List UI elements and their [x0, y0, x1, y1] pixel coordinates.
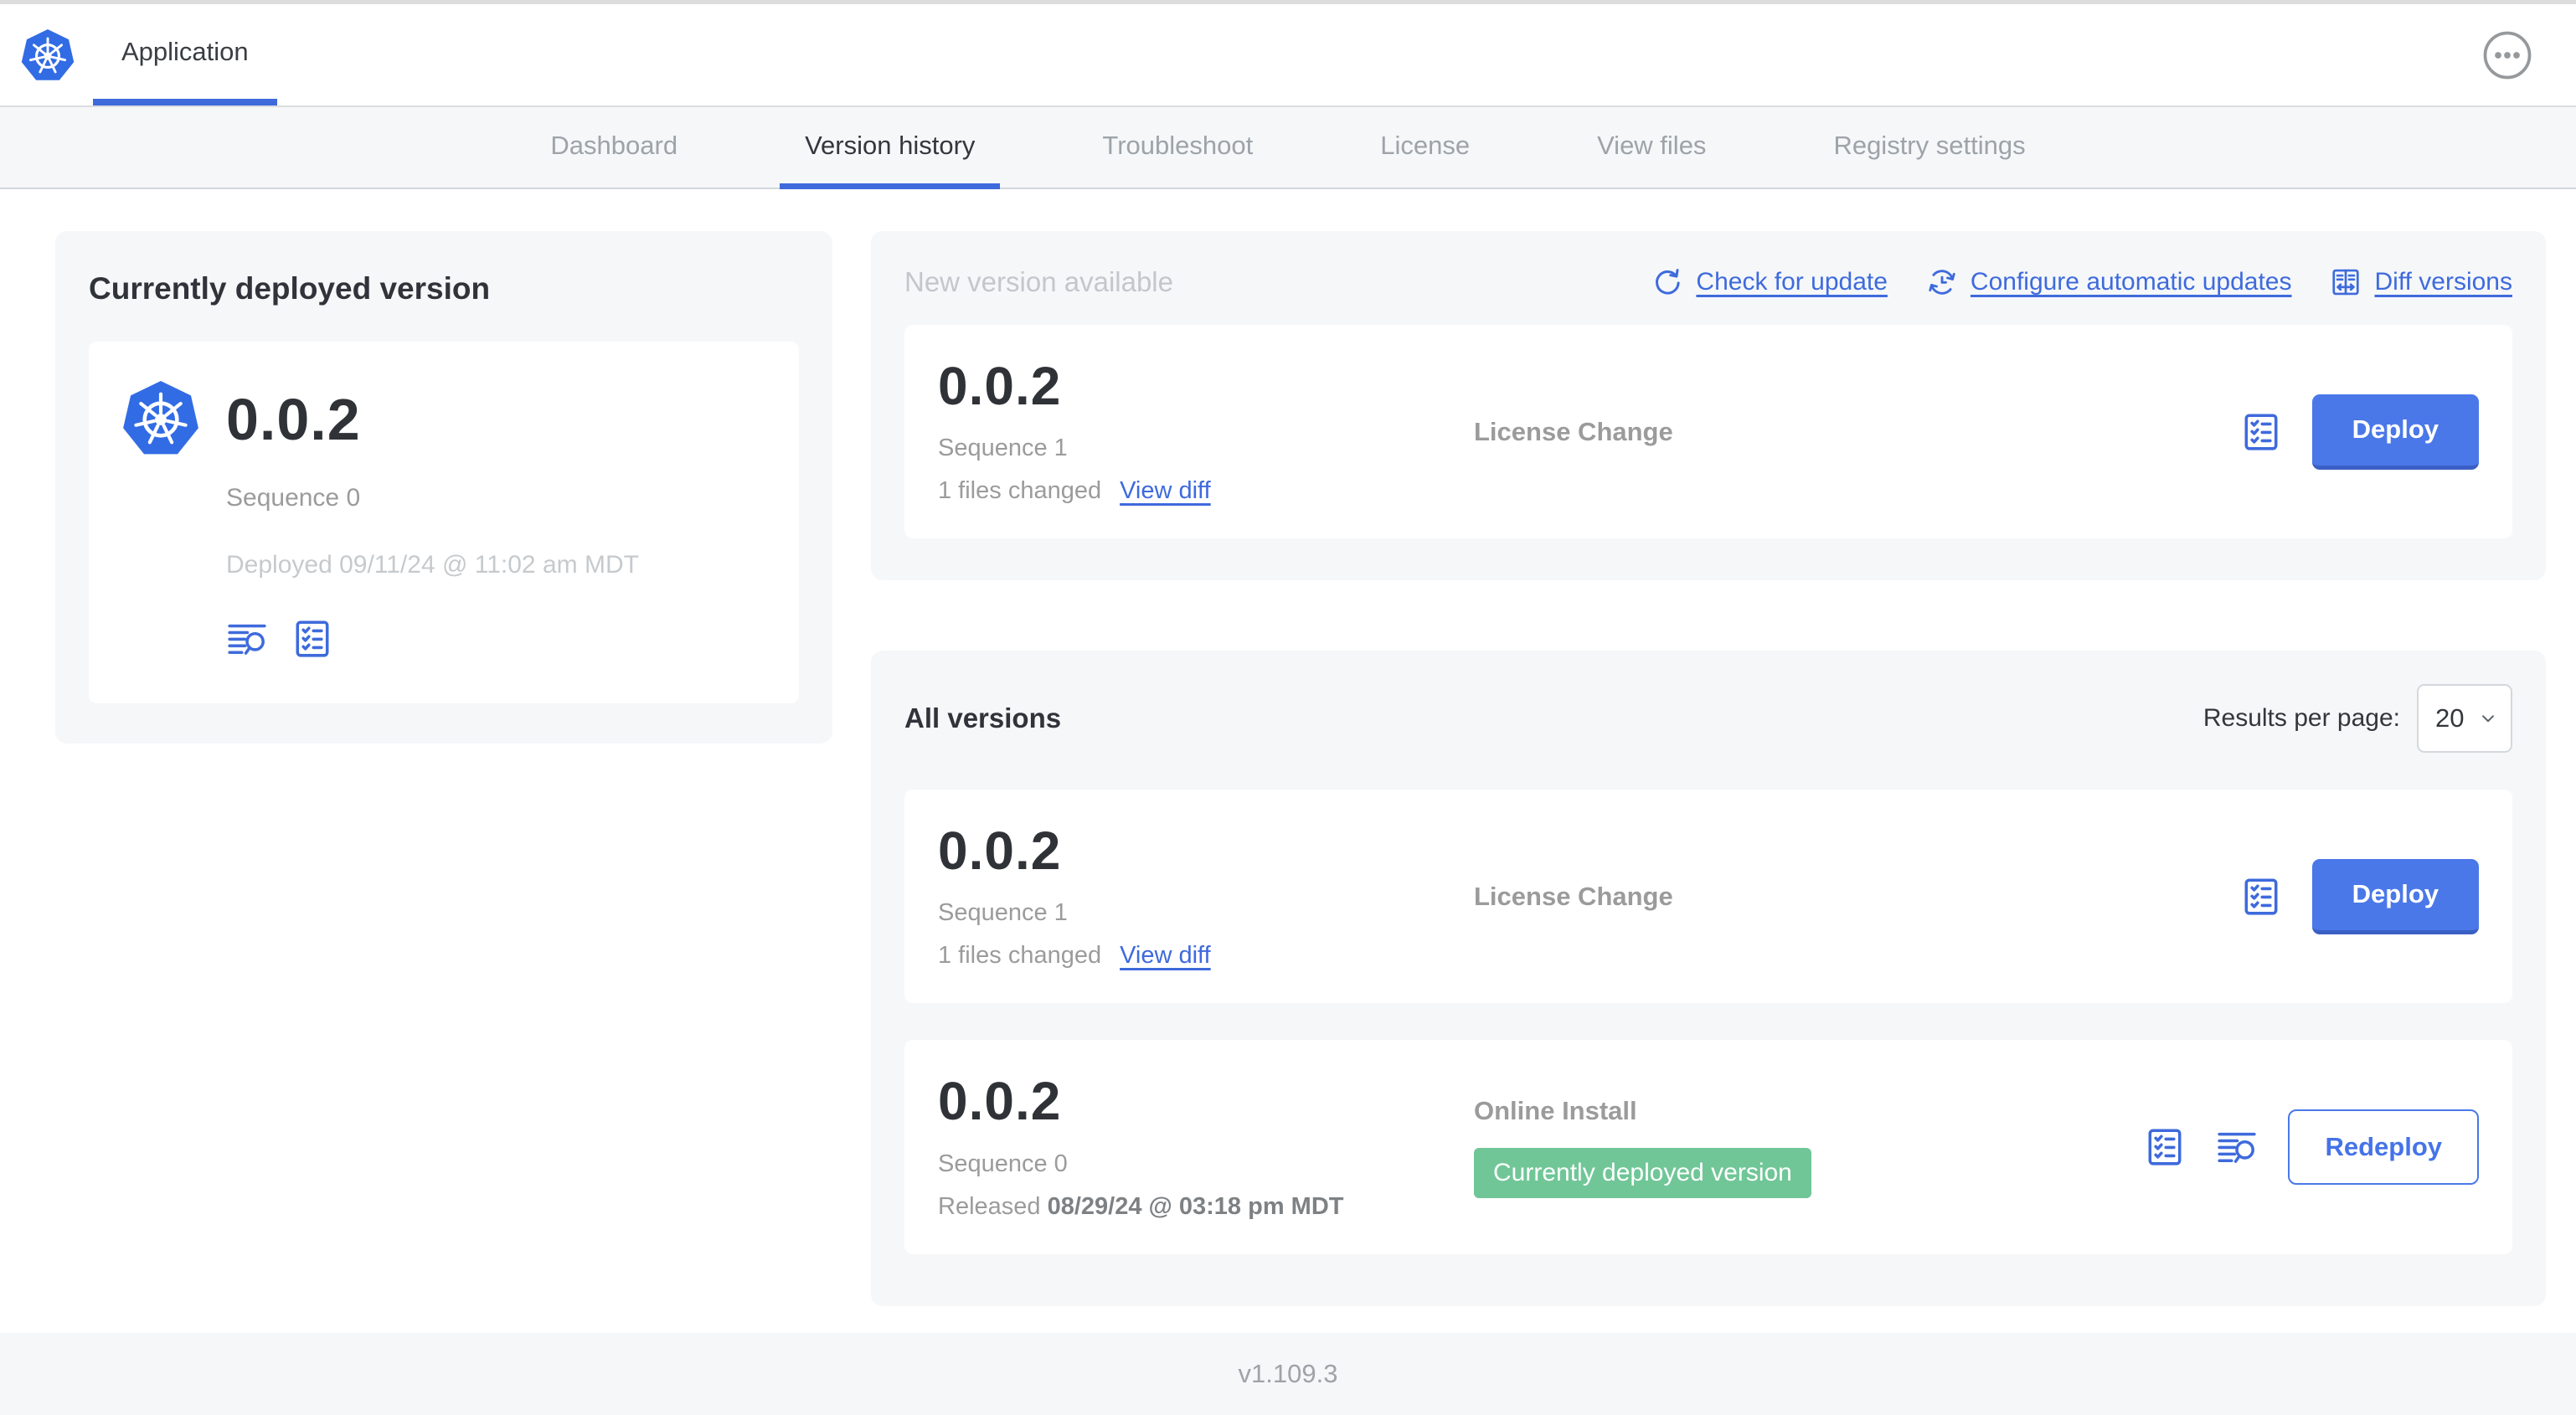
new-version-row: 0.0.2 Sequence 1 1 files changed View di… [904, 325, 2512, 539]
new-version-panel: New version available Check for update C… [871, 231, 2546, 581]
deploy-logs-button[interactable] [2216, 1126, 2258, 1168]
main-nav: Dashboard Version history Troubleshoot L… [0, 105, 2576, 189]
chevron-down-icon [2477, 708, 2499, 729]
version-row: 0.0.2 Sequence 1 1 files changed View di… [904, 790, 2512, 1004]
checklist-icon [2240, 876, 2282, 918]
current-version-panel: Currently deployed version 0.0.2 Sequenc… [55, 231, 832, 744]
console-version-label: v1.109.3 [1238, 1359, 1338, 1388]
kubernetes-app-icon [122, 378, 199, 461]
ellipsis-icon [2482, 30, 2532, 80]
version-row: 0.0.2 Sequence 0 Released 08/29/24 @ 03:… [904, 1040, 2512, 1254]
current-version-card: 0.0.2 Sequence 0 Deployed 09/11/24 @ 11:… [89, 342, 799, 703]
released-timestamp: Released 08/29/24 @ 03:18 pm MDT [938, 1192, 1344, 1220]
all-versions-panel: All versions Results per page: 20 0.0.2 … [871, 651, 2546, 1306]
checklist-icon [2240, 411, 2282, 453]
checklist-icon [2144, 1126, 2186, 1168]
results-per-page-label: Results per page: [2202, 704, 2400, 733]
version-history-page: Currently deployed version 0.0.2 Sequenc… [0, 189, 2576, 1333]
more-menu-button[interactable] [2482, 30, 2532, 80]
app-footer: v1.109.3 [0, 1333, 2576, 1415]
tab-view-files[interactable]: View files [1572, 107, 1731, 189]
deploy-logs-button[interactable] [226, 618, 268, 660]
check-for-update-link[interactable]: Check for update [1651, 266, 1888, 298]
sequence-label: Sequence 0 [938, 1150, 1068, 1177]
all-versions-title: All versions [904, 702, 1062, 734]
preflight-checks-button[interactable] [291, 618, 333, 660]
diff-icon [2330, 266, 2362, 298]
current-version-panel-title: Currently deployed version [89, 271, 491, 306]
current-sequence-label: Sequence 0 [226, 484, 361, 512]
right-column: New version available Check for update C… [871, 231, 2546, 1306]
version-number: 0.0.2 [938, 356, 1062, 416]
preflight-checks-button[interactable] [2144, 1126, 2186, 1168]
preflight-checks-button[interactable] [2240, 876, 2282, 918]
redeploy-button[interactable]: Redeploy [2288, 1109, 2479, 1185]
view-diff-link[interactable]: View diff [1120, 942, 1211, 970]
deploy-button[interactable]: Deploy [2311, 394, 2479, 470]
current-deployed-timestamp: Deployed 09/11/24 @ 11:02 am MDT [226, 551, 639, 579]
version-source-label: Online Install [1474, 1095, 1637, 1125]
tab-license[interactable]: License [1355, 107, 1495, 189]
deploy-button[interactable]: Deploy [2311, 858, 2479, 934]
preflight-checks-button[interactable] [2240, 411, 2282, 453]
new-version-title: New version available [904, 266, 1173, 297]
tab-dashboard[interactable]: Dashboard [525, 107, 703, 189]
app-header: Application [0, 4, 2576, 105]
auto-update-clock-icon [1926, 266, 1958, 298]
logs-icon [226, 618, 268, 660]
diff-versions-link[interactable]: Diff versions [2330, 266, 2512, 298]
version-source-label: License Change [1474, 416, 1673, 446]
version-number: 0.0.2 [938, 1071, 1062, 1132]
tab-version-history[interactable]: Version history [780, 107, 1001, 189]
tab-registry-settings[interactable]: Registry settings [1808, 107, 2050, 189]
sequence-label: Sequence 1 [938, 435, 1068, 462]
files-changed-label: 1 files changed [938, 477, 1102, 505]
kubernetes-logo-icon [21, 28, 75, 85]
version-source-label: License Change [1474, 881, 1673, 911]
results-per-page-select[interactable]: 20 [2417, 684, 2512, 754]
version-source-block: Online Install Currently deployed versio… [1474, 1096, 2144, 1198]
tab-application[interactable]: Application [93, 4, 277, 105]
sequence-label: Sequence 1 [938, 899, 1068, 927]
files-changed-label: 1 files changed [938, 942, 1102, 970]
logs-icon [2216, 1126, 2258, 1168]
currently-deployed-badge: Currently deployed version [1474, 1147, 1811, 1198]
version-number: 0.0.2 [938, 821, 1062, 882]
checklist-icon [291, 618, 333, 660]
current-version-number: 0.0.2 [226, 387, 361, 452]
refresh-icon [1651, 266, 1683, 298]
tab-troubleshoot[interactable]: Troubleshoot [1077, 107, 1278, 189]
view-diff-link[interactable]: View diff [1120, 477, 1211, 505]
configure-automatic-updates-link[interactable]: Configure automatic updates [1926, 266, 2291, 298]
app-title: Application [121, 36, 249, 66]
